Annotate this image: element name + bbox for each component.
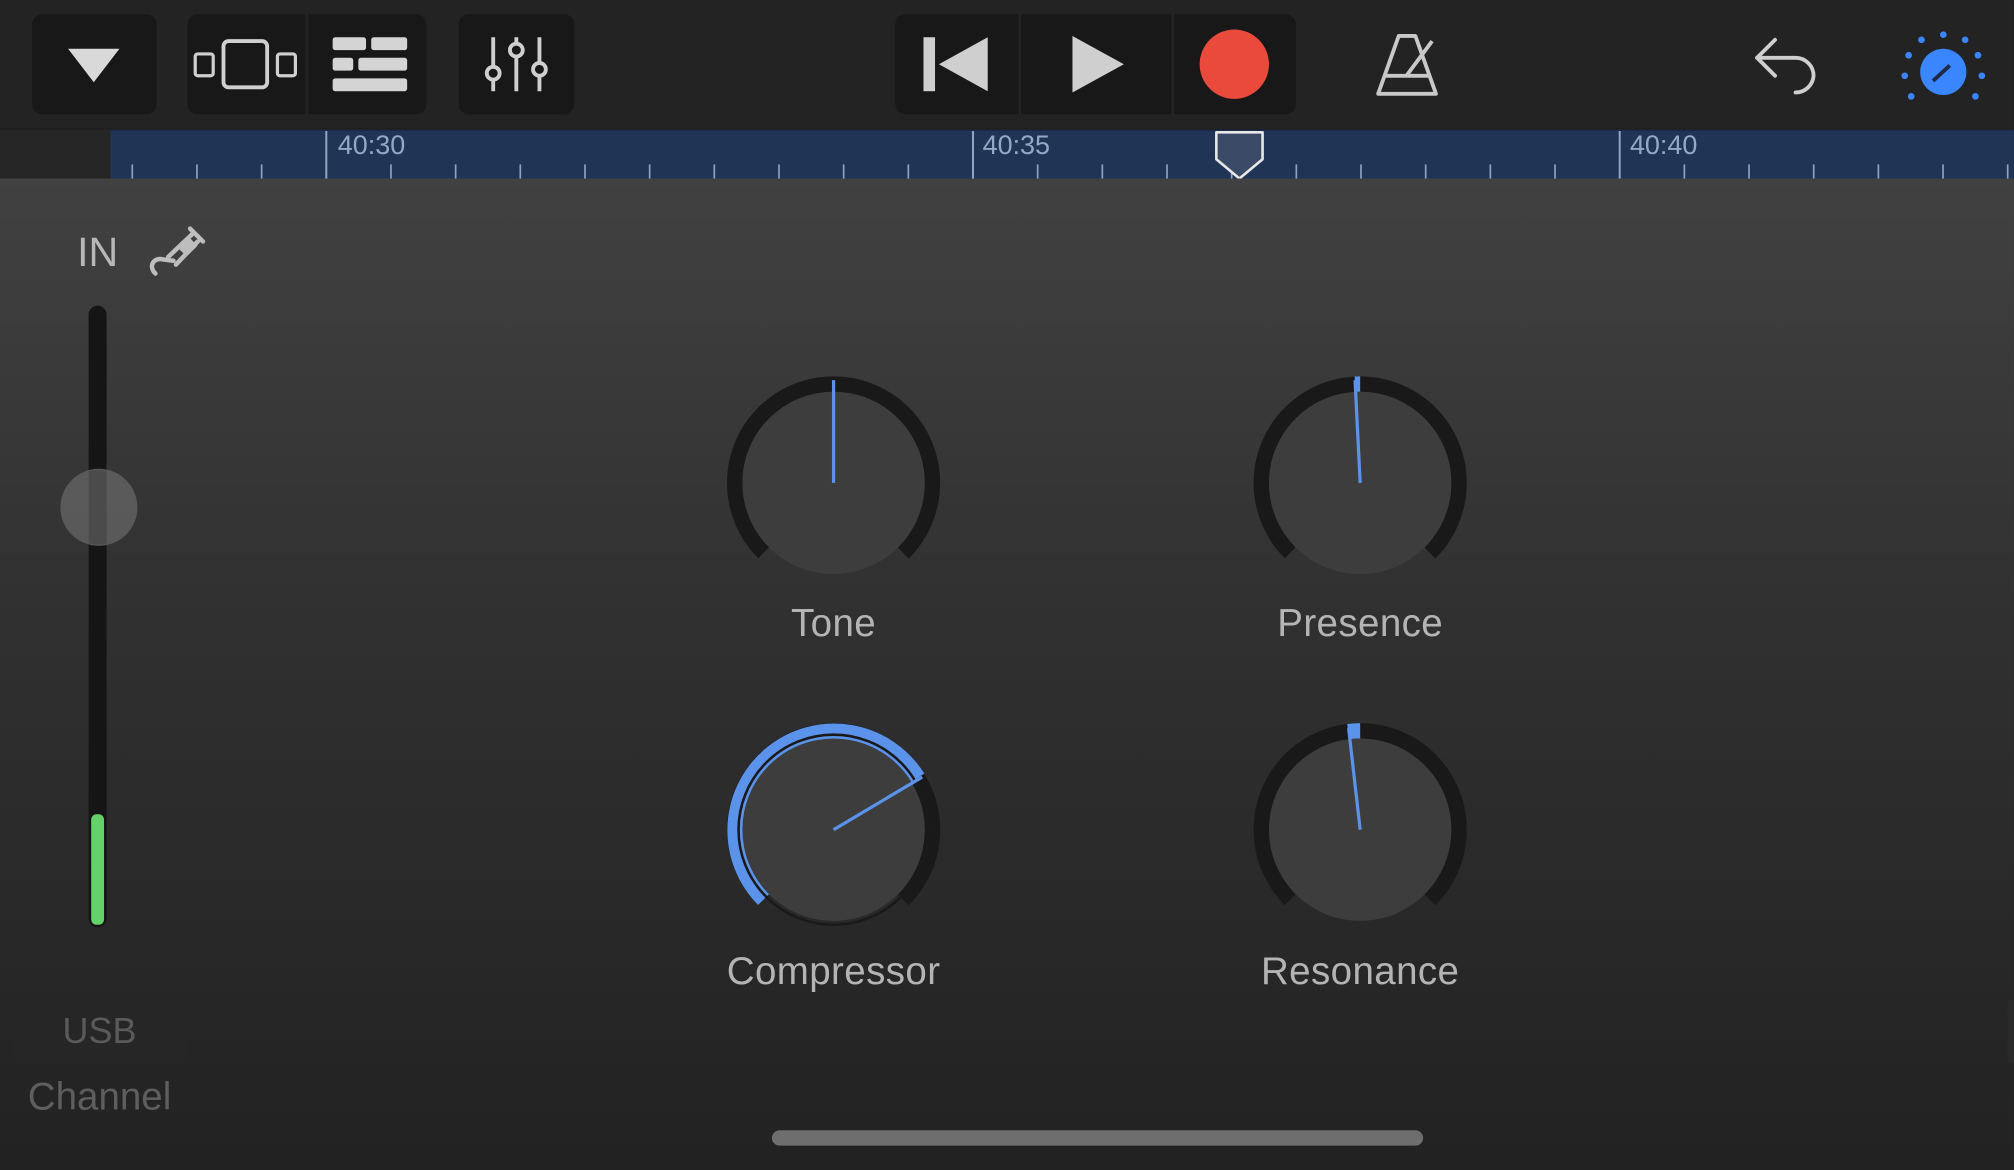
transport-controls [895,14,1296,115]
metronome-icon [1376,34,1438,96]
knob-graphic [726,376,941,590]
ruler-marker-label: 40:30 [337,131,406,161]
ruler-marker-label: 40:40 [1629,131,1698,161]
record-icon [1199,29,1269,99]
tracks-view-button[interactable] [188,14,306,114]
ruler-marker-label: 40:35 [982,131,1051,161]
knob-icon [1901,31,1986,100]
ruler-gutter [0,129,111,179]
channel-label: Channel [27,1076,172,1119]
smart-controls-panel [0,178,2014,1170]
play-icon [1072,35,1124,93]
input-label: IN [77,228,119,275]
knob-graphic [1253,723,1467,937]
knob-graphic [726,723,941,937]
resonance-label: Resonance [1260,950,1460,993]
input-level-fill [91,814,105,925]
compressor-knob[interactable] [705,701,962,958]
arrangement-view-button[interactable] [308,14,426,114]
tone-knob[interactable] [705,354,962,611]
smart-controls-button[interactable] [1893,14,1993,114]
go-to-beginning-button[interactable] [895,14,1018,114]
play-button[interactable] [1021,14,1171,114]
undo-button[interactable] [1742,14,1832,114]
right-edge-tab[interactable] [2007,999,2014,1064]
guitar-cable-icon[interactable] [144,218,208,285]
skip-back-icon [923,37,988,92]
grid-view-icon [332,37,408,92]
record-button[interactable] [1174,14,1296,114]
tone-label: Tone [791,602,877,645]
tracks-view-icon [193,39,298,90]
triangle-down-icon [68,48,120,83]
undo-icon [1755,37,1816,95]
playhead[interactable] [1214,131,1265,182]
browser-dropdown-button[interactable] [32,14,157,115]
view-toggle-group [187,14,427,115]
input-gain-slider-thumb[interactable] [60,468,138,546]
resonance-knob[interactable] [1232,701,1489,958]
usb-channel-button[interactable]: USB [12,999,187,1064]
metronome-button[interactable] [1361,14,1451,114]
presence-label: Presence [1277,602,1444,645]
sliders-icon [484,37,548,92]
presence-knob[interactable] [1232,354,1489,611]
mixer-button[interactable] [458,14,575,115]
compressor-label: Compressor [726,950,941,993]
home-indicator[interactable] [771,1130,1424,1146]
timeline-ruler[interactable]: 40:30 40:35 40:40 [110,129,2014,182]
knob-graphic [1253,376,1467,590]
